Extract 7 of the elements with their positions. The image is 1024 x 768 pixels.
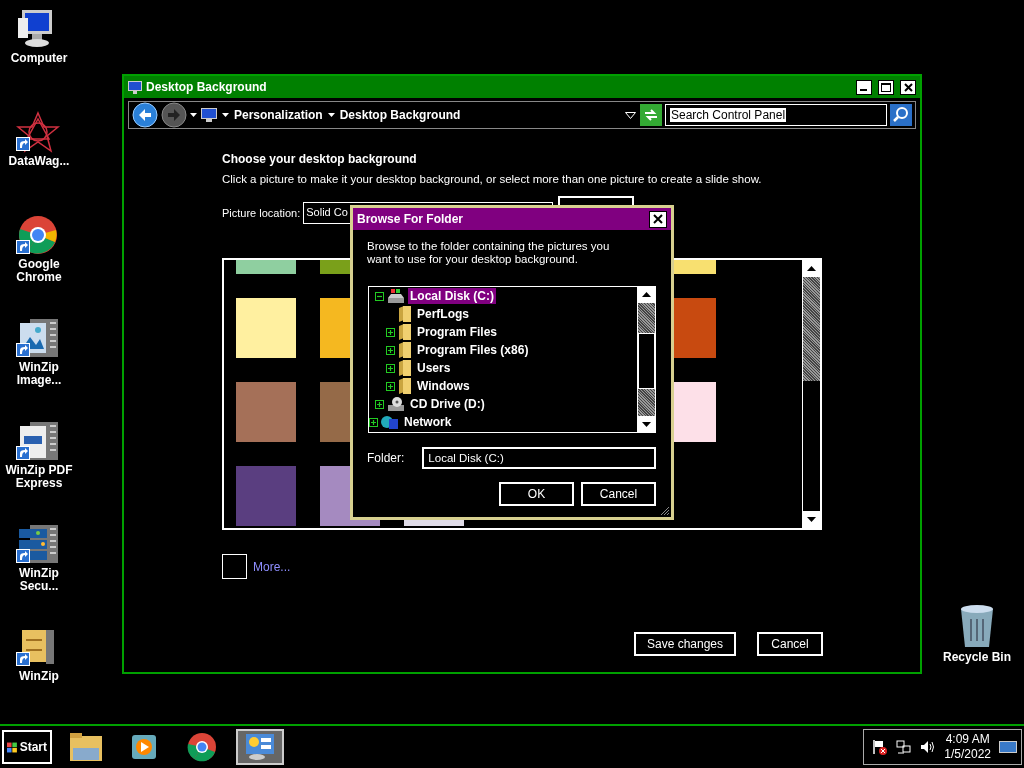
instructions-text: Click a picture to make it your desktop background, or select more than one picture to create a slide show. — [222, 173, 763, 185]
page-heading: Choose your desktop background — [222, 152, 418, 166]
folder-label: Folder: — [367, 451, 405, 465]
dialog-title: Browse For Folder — [357, 212, 464, 226]
dialog-instructions: Browse to the folder containing the pictures you want to use for your desktop background. — [367, 240, 611, 266]
picture-location-label: Picture location: — [222, 207, 301, 219]
window-title: Desktop Background — [146, 80, 268, 94]
